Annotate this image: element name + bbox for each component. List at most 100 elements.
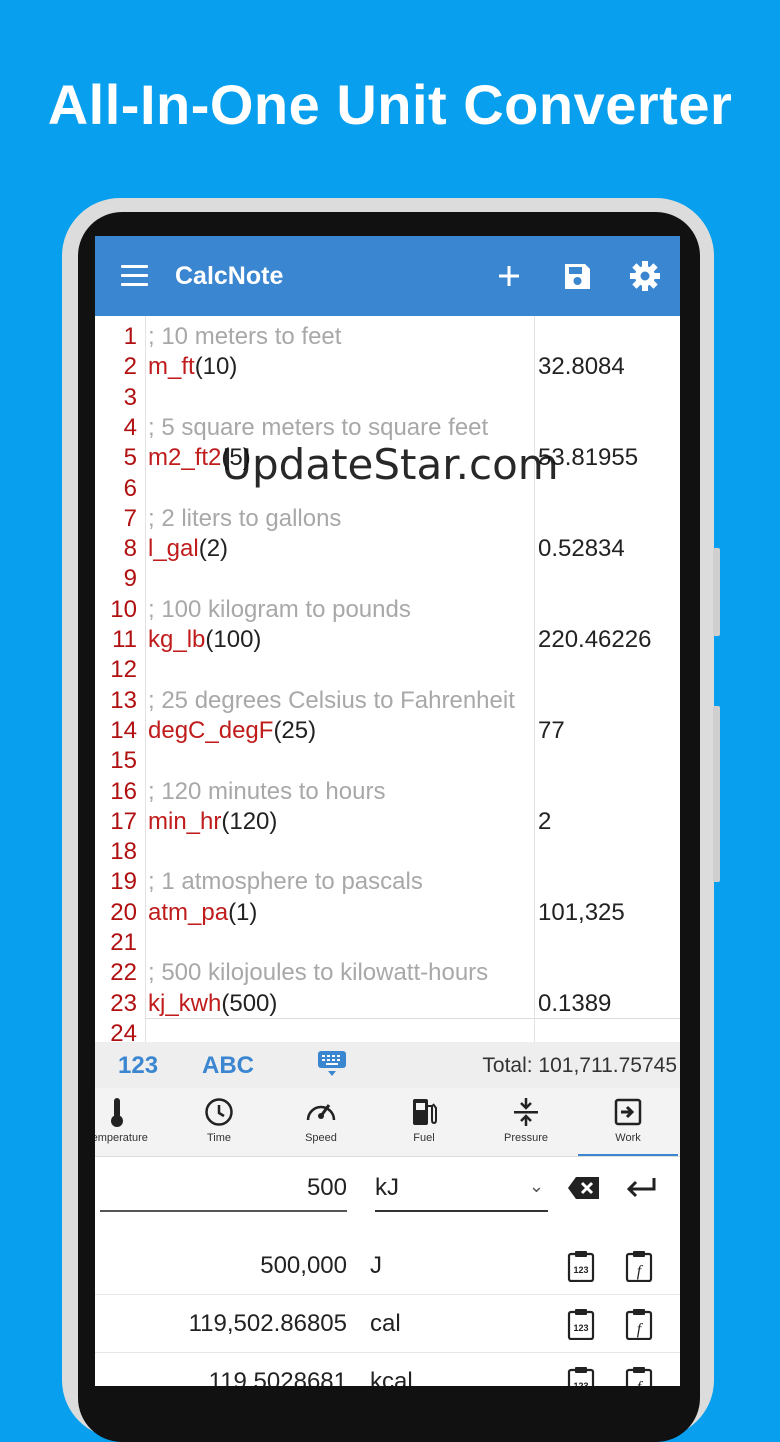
tab-label: Pressure bbox=[503, 1132, 549, 1144]
tab-fuel[interactable]: Fuel bbox=[374, 1096, 474, 1144]
numeric-keyboard-button[interactable]: 123 bbox=[118, 1052, 158, 1080]
menu-icon[interactable] bbox=[121, 265, 148, 292]
line-number: 1 bbox=[123, 323, 137, 350]
line-number: 15 bbox=[110, 747, 137, 775]
keyboard-bar: 123 ABC Total: 101,711.75745 bbox=[95, 1042, 680, 1088]
function-name: degC_degF bbox=[148, 716, 274, 744]
comment-text: ; 120 minutes to hours bbox=[148, 777, 386, 805]
function-name: min_hr bbox=[148, 807, 222, 835]
line-number: 3 bbox=[123, 383, 137, 411]
work-icon bbox=[614, 1098, 642, 1126]
line-number: 21 bbox=[110, 929, 137, 956]
conversion-row: 500,000 J 123 f bbox=[95, 1236, 680, 1295]
editor-line[interactable]: 10 ; 100 kilogram to pounds bbox=[95, 595, 680, 625]
app-bar: CalcNote bbox=[95, 236, 680, 316]
chevron-down-icon: ⌄ bbox=[528, 1176, 544, 1196]
function-args: (25) bbox=[273, 716, 317, 744]
save-icon[interactable] bbox=[559, 258, 595, 294]
editor-line[interactable]: 13 ; 25 degrees Celsius to Fahrenheit bbox=[95, 686, 680, 716]
editor-line[interactable]: 2 m_ft(10) 32.8084 bbox=[95, 352, 680, 382]
copy-value-icon[interactable]: 123 bbox=[567, 1366, 595, 1386]
speedometer-icon bbox=[306, 1104, 336, 1121]
expression: kj_kwh(500) bbox=[148, 989, 277, 1019]
tab-pressure[interactable]: Pressure bbox=[476, 1096, 576, 1144]
line-number: 13 bbox=[110, 686, 137, 714]
expression: degC_degF(25) bbox=[148, 716, 316, 746]
editor-line[interactable]: 18 bbox=[95, 837, 680, 867]
add-icon[interactable] bbox=[491, 258, 527, 294]
editor-line[interactable]: 20 atm_pa(1) 101,325 bbox=[95, 898, 680, 928]
editor-line[interactable]: 3 bbox=[95, 383, 680, 413]
app-screen: CalcNote 1; 10 meters to feet 2 m_ft(10)… bbox=[95, 236, 680, 1386]
line-result: 101,325 bbox=[538, 898, 625, 926]
comment-text: ; 2 liters to gallons bbox=[148, 504, 342, 532]
editor-line[interactable]: 15 bbox=[95, 746, 680, 776]
comment-text: ; 25 degrees Celsius to Fahrenheit bbox=[148, 686, 515, 714]
expression: m_ft(10) bbox=[148, 352, 237, 382]
line-number: 12 bbox=[110, 656, 137, 684]
editor-line[interactable]: 16 ; 120 minutes to hours bbox=[95, 777, 680, 807]
editor-line[interactable]: 17 min_hr(120) 2 bbox=[95, 807, 680, 837]
copy-value-icon[interactable]: 123 bbox=[567, 1308, 595, 1340]
tab-temperature[interactable]: Temperature bbox=[95, 1096, 167, 1144]
line-number: 17 bbox=[110, 807, 137, 835]
editor-line[interactable]: 23 kj_kwh(500) 0.1389 bbox=[95, 989, 680, 1019]
editor-line[interactable]: 22 ; 500 kilojoules to kilowatt-hours bbox=[95, 958, 680, 988]
note-editor[interactable]: 1 ; 10 meters to feet 2 m_ft(10) 32.8084 3 4 ; … bbox=[95, 316, 680, 1047]
copy-function-icon[interactable]: f bbox=[625, 1250, 653, 1282]
svg-text:123: 123 bbox=[573, 1381, 588, 1386]
settings-icon[interactable] bbox=[627, 258, 663, 294]
enter-icon[interactable] bbox=[625, 1176, 657, 1200]
promo-title: All-In-One Unit Converter bbox=[47, 73, 733, 136]
svg-text:f: f bbox=[637, 1263, 644, 1280]
function-args: (2) bbox=[198, 535, 229, 563]
line-result: 0.1389 bbox=[538, 989, 612, 1017]
line-number: 2 bbox=[123, 353, 137, 381]
clock-icon bbox=[205, 1098, 233, 1126]
copy-value-icon[interactable]: 123 bbox=[567, 1250, 595, 1282]
editor-line[interactable]: 21 bbox=[95, 928, 680, 958]
alpha-keyboard-button[interactable]: ABC bbox=[202, 1052, 254, 1080]
backspace-icon[interactable] bbox=[567, 1176, 601, 1200]
line-number: 4 bbox=[123, 413, 137, 441]
unit-select[interactable]: kJ ⌄ bbox=[375, 1174, 548, 1212]
editor-line[interactable]: 11 kg_lb(100) 220.46226 bbox=[95, 625, 680, 655]
conversion-row: 119.5028681 kcal 123 f bbox=[95, 1352, 680, 1386]
comment-text: ; 10 meters to feet bbox=[148, 323, 342, 350]
editor-line[interactable]: 9 bbox=[95, 564, 680, 594]
tab-label: Time bbox=[206, 1132, 232, 1144]
function-args: (10) bbox=[194, 353, 238, 381]
editor-line[interactable]: 4 ; 5 square meters to square feet bbox=[95, 413, 680, 443]
line-number: 8 bbox=[123, 535, 137, 563]
function-args: (1) bbox=[228, 898, 258, 926]
unit-select-value: kJ bbox=[375, 1174, 399, 1201]
converted-value: 119.5028681 bbox=[208, 1368, 347, 1386]
comment-text: ; 100 kilogram to pounds bbox=[148, 595, 411, 623]
amount-input[interactable]: 500 bbox=[100, 1174, 347, 1212]
svg-text:123: 123 bbox=[573, 1323, 588, 1333]
tab-time[interactable]: Time bbox=[169, 1096, 269, 1144]
tab-speed[interactable]: Speed bbox=[271, 1096, 371, 1144]
copy-function-icon[interactable]: f bbox=[625, 1308, 653, 1340]
app-title: CalcNote bbox=[175, 262, 284, 290]
svg-text:123: 123 bbox=[573, 1265, 588, 1275]
tab-label: Temperature bbox=[95, 1132, 148, 1144]
editor-line[interactable]: 12 bbox=[95, 655, 680, 685]
editor-line[interactable]: 14 degC_degF(25) 77 bbox=[95, 716, 680, 746]
editor-line[interactable]: 1 ; 10 meters to feet bbox=[95, 322, 680, 352]
editor-line[interactable]: 7 ; 2 liters to gallons bbox=[95, 504, 680, 534]
tab-work[interactable]: Work bbox=[578, 1096, 678, 1156]
comment-text: ; 1 atmosphere to pascals bbox=[148, 868, 423, 896]
line-number: 14 bbox=[110, 716, 137, 744]
conversion-row: 119,502.86805 cal 123 f bbox=[95, 1294, 680, 1353]
editor-line[interactable]: 19 ; 1 atmosphere to pascals bbox=[95, 867, 680, 897]
copy-function-icon[interactable]: f bbox=[625, 1366, 653, 1386]
power-button bbox=[713, 706, 720, 882]
editor-line[interactable]: 8 l_gal(2) 0.52834 bbox=[95, 534, 680, 564]
volume-button bbox=[713, 548, 720, 636]
keyboard-icon[interactable] bbox=[317, 1050, 347, 1078]
converted-value: 119,502.86805 bbox=[188, 1310, 347, 1337]
converter-input-row: 500 kJ ⌄ bbox=[95, 1156, 680, 1236]
line-number: 16 bbox=[110, 777, 137, 805]
comment-text: ; 500 kilojoules to kilowatt-hours bbox=[148, 959, 489, 987]
